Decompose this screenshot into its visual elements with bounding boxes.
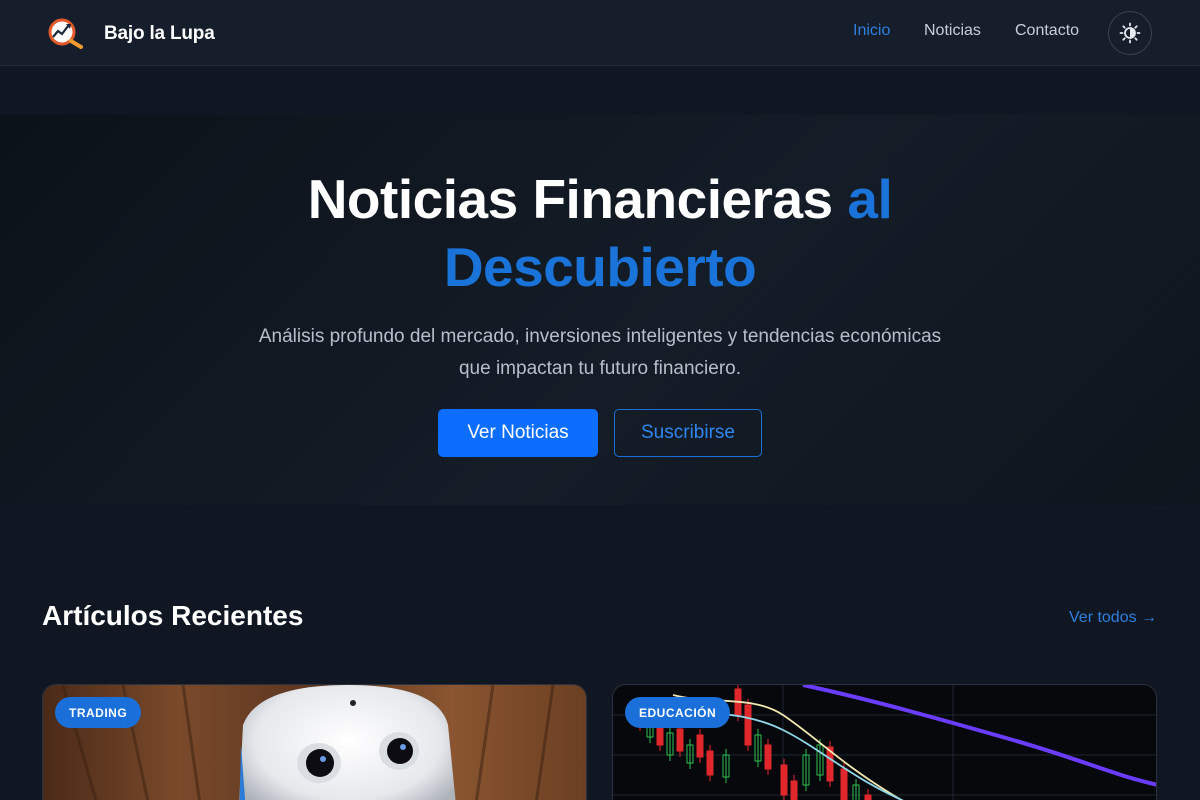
theme-toggle-icon [1119, 22, 1141, 44]
hero-title-accent-1: al [847, 168, 893, 230]
nav-link-inicio[interactable]: Inicio [853, 22, 890, 40]
hero-section: Noticias Financieras al Descubierto Anál… [0, 115, 1200, 505]
candle-body [706, 750, 714, 776]
brand-name: Bajo la Lupa [104, 23, 215, 44]
nav-link-noticias[interactable]: Noticias [924, 22, 981, 40]
candle-body [656, 724, 664, 746]
hero-subtitle: Análisis profundo del mercado, inversion… [230, 321, 970, 385]
see-all-link[interactable]: Ver todos → [1069, 609, 1157, 627]
section-title-recent: Artículos Recientes [42, 600, 304, 631]
ver-noticias-button[interactable]: Ver Noticias [438, 409, 598, 457]
navbar: Bajo la Lupa Inicio Noticias Contacto [0, 0, 1200, 66]
candle-body [764, 744, 772, 770]
theme-toggle-button[interactable] [1108, 11, 1152, 55]
candle-body [790, 780, 798, 800]
candle-body [840, 768, 848, 800]
hero-title: Noticias Financieras al Descubierto [0, 165, 1200, 301]
magnifier-chart-logo-icon [48, 18, 83, 49]
candle-body [744, 704, 752, 746]
candle-body [780, 764, 788, 796]
hero-subtitle-line2: que impactan tu futuro financiero. [458, 358, 741, 379]
nav-link-contacto[interactable]: Contacto [1015, 22, 1079, 40]
brand-link[interactable]: Bajo la Lupa [46, 15, 215, 51]
candle-body [676, 728, 684, 752]
hero-title-main: Noticias Financieras [307, 168, 848, 230]
suscribirse-button[interactable]: Suscribirse [614, 409, 762, 457]
category-badge: TRADING [55, 697, 142, 728]
candle-body [864, 794, 872, 800]
article-card-trading[interactable]: TRADING [42, 684, 587, 800]
category-badge: EDUCACIÓN [625, 697, 731, 728]
article-card-educacion[interactable]: EDUCACIÓN [612, 684, 1157, 800]
candle-body [696, 734, 704, 758]
hero-subtitle-line1: Análisis profundo del mercado, inversion… [258, 326, 942, 347]
hero-title-accent-2: Descubierto [443, 236, 757, 298]
